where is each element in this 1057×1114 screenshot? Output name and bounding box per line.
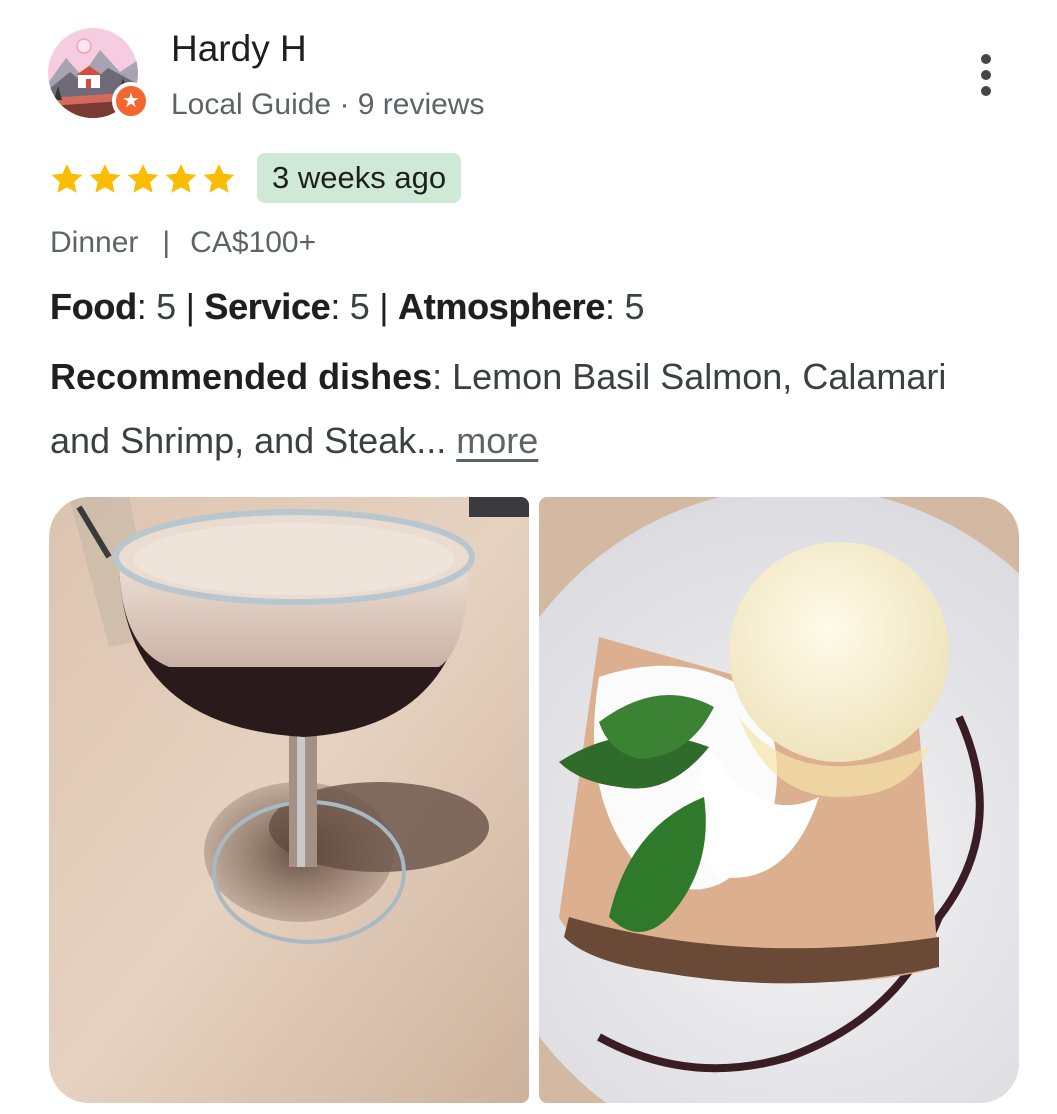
atmosphere-score: 5 bbox=[624, 286, 645, 327]
more-vert-icon[interactable] bbox=[966, 50, 1006, 100]
price-range: CA$100+ bbox=[190, 226, 317, 259]
separator: | bbox=[162, 226, 171, 259]
dessert-with-ice-cream-photo[interactable] bbox=[539, 497, 1019, 1103]
food-label: Food bbox=[50, 286, 137, 327]
star-icon bbox=[203, 163, 235, 193]
recommended-dishes: Recommended dishes: Lemon Basil Salmon, … bbox=[50, 356, 947, 461]
star-icon bbox=[51, 163, 83, 193]
star-rating bbox=[48, 160, 238, 198]
recommended-label: Recommended dishes bbox=[50, 356, 433, 397]
atmosphere-label: Atmosphere bbox=[398, 286, 606, 327]
meal-type: Dinner bbox=[50, 226, 139, 259]
category-ratings: Food: 5 | Service: 5 | Atmosphere: 5 bbox=[50, 286, 645, 327]
star-icon bbox=[165, 163, 197, 193]
espresso-martini-photo[interactable] bbox=[49, 497, 529, 1103]
food-score: 5 bbox=[156, 286, 176, 327]
review-time-badge: 3 weeks ago bbox=[257, 153, 462, 203]
star-icon bbox=[89, 163, 121, 193]
reviewer-name[interactable]: Hardy H bbox=[171, 28, 307, 70]
service-score: 5 bbox=[349, 286, 370, 327]
local-guide-star-icon: ★ bbox=[112, 82, 150, 120]
star-icon bbox=[127, 163, 159, 193]
reviewer-meta[interactable]: Local Guide · 9 reviews bbox=[171, 88, 484, 122]
more-link[interactable]: more bbox=[456, 420, 538, 461]
meal-price-row: Dinner | CA$100+ bbox=[50, 226, 316, 260]
service-label: Service bbox=[204, 286, 331, 327]
